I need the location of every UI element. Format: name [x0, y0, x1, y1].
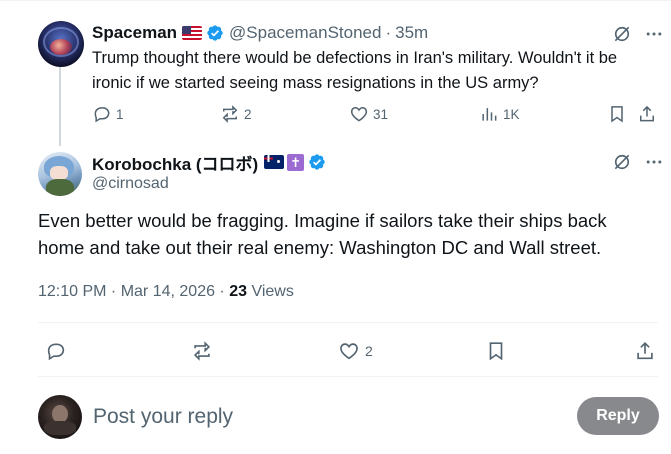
parent-bookmark-action[interactable] — [607, 104, 627, 124]
main-like-count: 2 — [365, 343, 373, 359]
thread-line — [59, 60, 61, 146]
main-author-avatar[interactable] — [38, 152, 82, 196]
parent-tweet-top-icons — [612, 24, 664, 44]
divider — [38, 322, 658, 323]
main-tweet-text: Even better would be fragging. Imagine i… — [38, 210, 607, 258]
tweet-views-label: Views — [247, 283, 294, 300]
parent-author-handle[interactable]: @SpacemanStoned — [229, 23, 381, 43]
parent-repost-action[interactable]: 2 — [220, 104, 252, 124]
parent-tweet-text: Trump thought there would be defections … — [92, 49, 618, 92]
parent-views-count: 1K — [503, 106, 520, 122]
repost-icon — [222, 105, 238, 123]
parent-reply-action[interactable]: 1 — [92, 104, 124, 124]
divider — [38, 376, 658, 377]
parent-views-action[interactable]: 1K — [479, 104, 520, 124]
top-divider — [0, 0, 671, 1]
share-icon — [637, 342, 653, 360]
main-bookmark-action[interactable] — [485, 339, 507, 363]
tweet-views-count[interactable]: 23 — [229, 283, 247, 300]
main-author-handle[interactable]: @cirnosad — [92, 175, 169, 193]
main-reply-action[interactable] — [45, 339, 67, 363]
reply-icon — [47, 343, 65, 361]
parent-author-name[interactable]: Spaceman — [92, 23, 177, 43]
parent-like-action[interactable]: 31 — [349, 104, 388, 124]
grok-icon[interactable] — [612, 152, 632, 172]
grok-icon[interactable] — [612, 24, 632, 44]
bookmark-icon — [611, 106, 623, 123]
parent-repost-count: 2 — [244, 106, 252, 122]
main-author-name[interactable]: Korobochka (コロボ) — [92, 150, 258, 175]
share-icon — [640, 105, 654, 122]
main-share-action[interactable] — [634, 339, 656, 363]
parent-share-action[interactable] — [637, 104, 657, 124]
parent-tweet-header: Spaceman @SpacemanStoned · 35m — [92, 23, 428, 43]
repost-icon — [193, 341, 211, 361]
current-user-avatar[interactable] — [38, 395, 82, 439]
main-like-action[interactable]: 2 — [338, 339, 373, 363]
verified-badge-icon — [207, 25, 223, 41]
bookmark-icon — [489, 342, 503, 361]
cross-icon: ✝ — [287, 153, 305, 171]
tweet-metadata: 12:10 PM · Mar 14, 2026 · 23 Views — [38, 283, 294, 301]
parent-reply-count: 1 — [116, 106, 124, 122]
heart-icon — [350, 106, 368, 122]
tweet-timestamp[interactable]: 12:10 PM · Mar 14, 2026 · — [38, 283, 229, 300]
parent-author-avatar[interactable] — [38, 21, 84, 67]
separator-dot: · — [385, 23, 392, 42]
flag-au-icon — [264, 155, 285, 169]
flag-us-icon — [182, 26, 203, 40]
reply-icon — [94, 107, 110, 123]
main-tweet-top-icons — [612, 152, 664, 172]
main-repost-action[interactable] — [191, 339, 213, 363]
heart-icon — [340, 343, 358, 360]
reply-button[interactable]: Reply — [577, 397, 659, 435]
more-options-icon[interactable] — [644, 152, 664, 172]
parent-like-count: 31 — [373, 106, 389, 122]
analytics-icon — [482, 108, 497, 121]
more-options-icon[interactable] — [644, 24, 664, 44]
parent-time-ago[interactable]: 35m — [395, 23, 428, 43]
verified-badge-icon — [309, 154, 325, 170]
main-tweet-header: Korobochka (コロボ) ✝ — [92, 150, 326, 175]
reply-input[interactable] — [93, 402, 513, 432]
